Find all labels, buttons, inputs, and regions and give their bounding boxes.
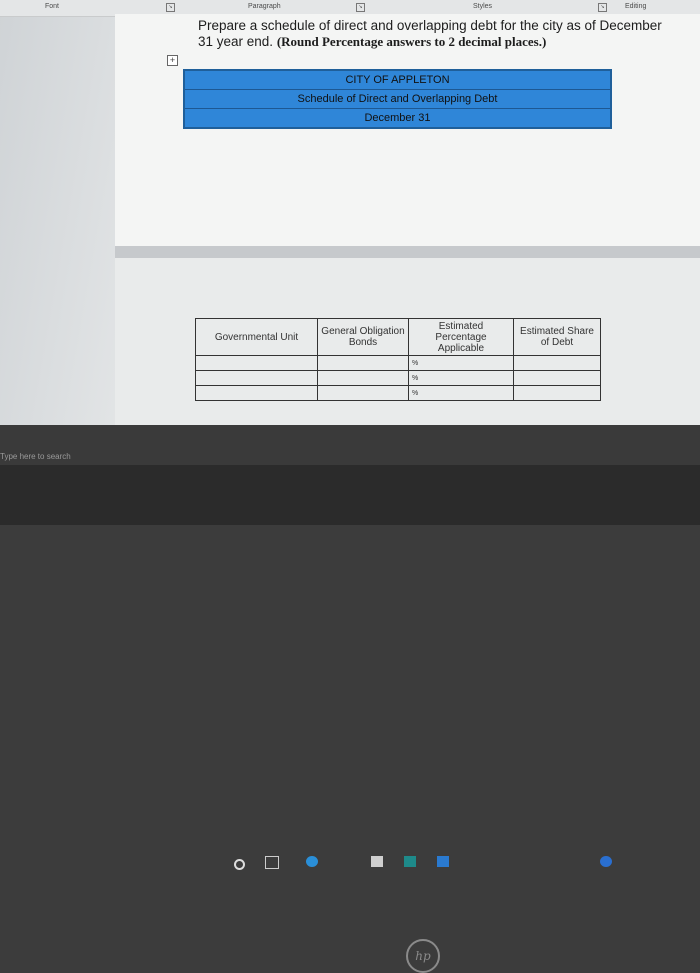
share-input[interactable] (513, 355, 601, 371)
table-row: % (195, 355, 601, 371)
percentage-input[interactable]: % (408, 370, 514, 386)
col-general-obligation-bonds: General Obligation Bonds (317, 318, 409, 356)
table-row: % (195, 370, 601, 386)
share-input[interactable] (513, 385, 601, 401)
task-view-icon[interactable] (265, 856, 279, 869)
font-dialog-launcher-icon[interactable]: ↘ (166, 3, 175, 12)
schedule-title-table: CITY OF APPLETON Schedule of Direct and … (183, 69, 612, 129)
taskbar (0, 425, 700, 870)
share-input[interactable] (513, 370, 601, 386)
unit-input[interactable] (195, 370, 318, 386)
bonds-input[interactable] (317, 385, 409, 401)
title-date: December 31 (364, 112, 431, 124)
ribbon-paragraph-label: Paragraph (248, 3, 281, 10)
percent-sign: % (412, 374, 419, 382)
store-icon[interactable] (404, 856, 416, 867)
debt-schedule-table: Governmental Unit General Obligation Bon… (195, 318, 601, 401)
styles-dialog-launcher-icon[interactable]: ↘ (598, 3, 607, 12)
unit-input[interactable] (195, 385, 318, 401)
col-estimated-share: Estimated Share of Debt (513, 318, 601, 356)
percentage-input[interactable]: % (408, 355, 514, 371)
screen: Font ↘ Paragraph ↘ Styles ↘ Editing Prep… (0, 0, 700, 440)
page-break (115, 246, 700, 258)
unit-input[interactable] (195, 355, 318, 371)
file-explorer-icon[interactable] (371, 856, 383, 867)
bonds-input[interactable] (317, 370, 409, 386)
prompt-rounding-note: (Round Percentage answers to 2 decimal p… (276, 34, 547, 49)
laptop-bezel: hp (0, 465, 700, 973)
percentage-input[interactable]: % (408, 385, 514, 401)
col-governmental-unit: Governmental Unit (195, 318, 318, 356)
col-estimated-percentage: Estimated Percentage Applicable (408, 318, 514, 356)
bonds-input[interactable] (317, 355, 409, 371)
table-row: % (195, 385, 601, 401)
cortana-circle-icon[interactable] (234, 859, 245, 870)
hp-logo-icon: hp (406, 939, 440, 973)
title-city: CITY OF APPLETON (185, 71, 610, 90)
ribbon-font-label: Font (45, 3, 60, 10)
percent-sign: % (412, 359, 419, 367)
mail-icon[interactable] (437, 856, 449, 867)
percent-sign: % (412, 389, 419, 397)
table-move-handle-icon[interactable]: + (167, 55, 178, 66)
ribbon-editing-label: Editing (625, 3, 647, 10)
chrome-icon[interactable] (600, 856, 612, 867)
title-schedule: Schedule of Direct and Overlapping Debt (185, 90, 610, 109)
paragraph-dialog-launcher-icon[interactable]: ↘ (356, 3, 365, 12)
ribbon-styles-label: Styles (473, 3, 493, 10)
edge-icon[interactable] (306, 856, 318, 867)
taskbar-search-input[interactable]: Type here to search (0, 452, 71, 461)
question-prompt: Prepare a schedule of direct and overlap… (198, 18, 668, 50)
